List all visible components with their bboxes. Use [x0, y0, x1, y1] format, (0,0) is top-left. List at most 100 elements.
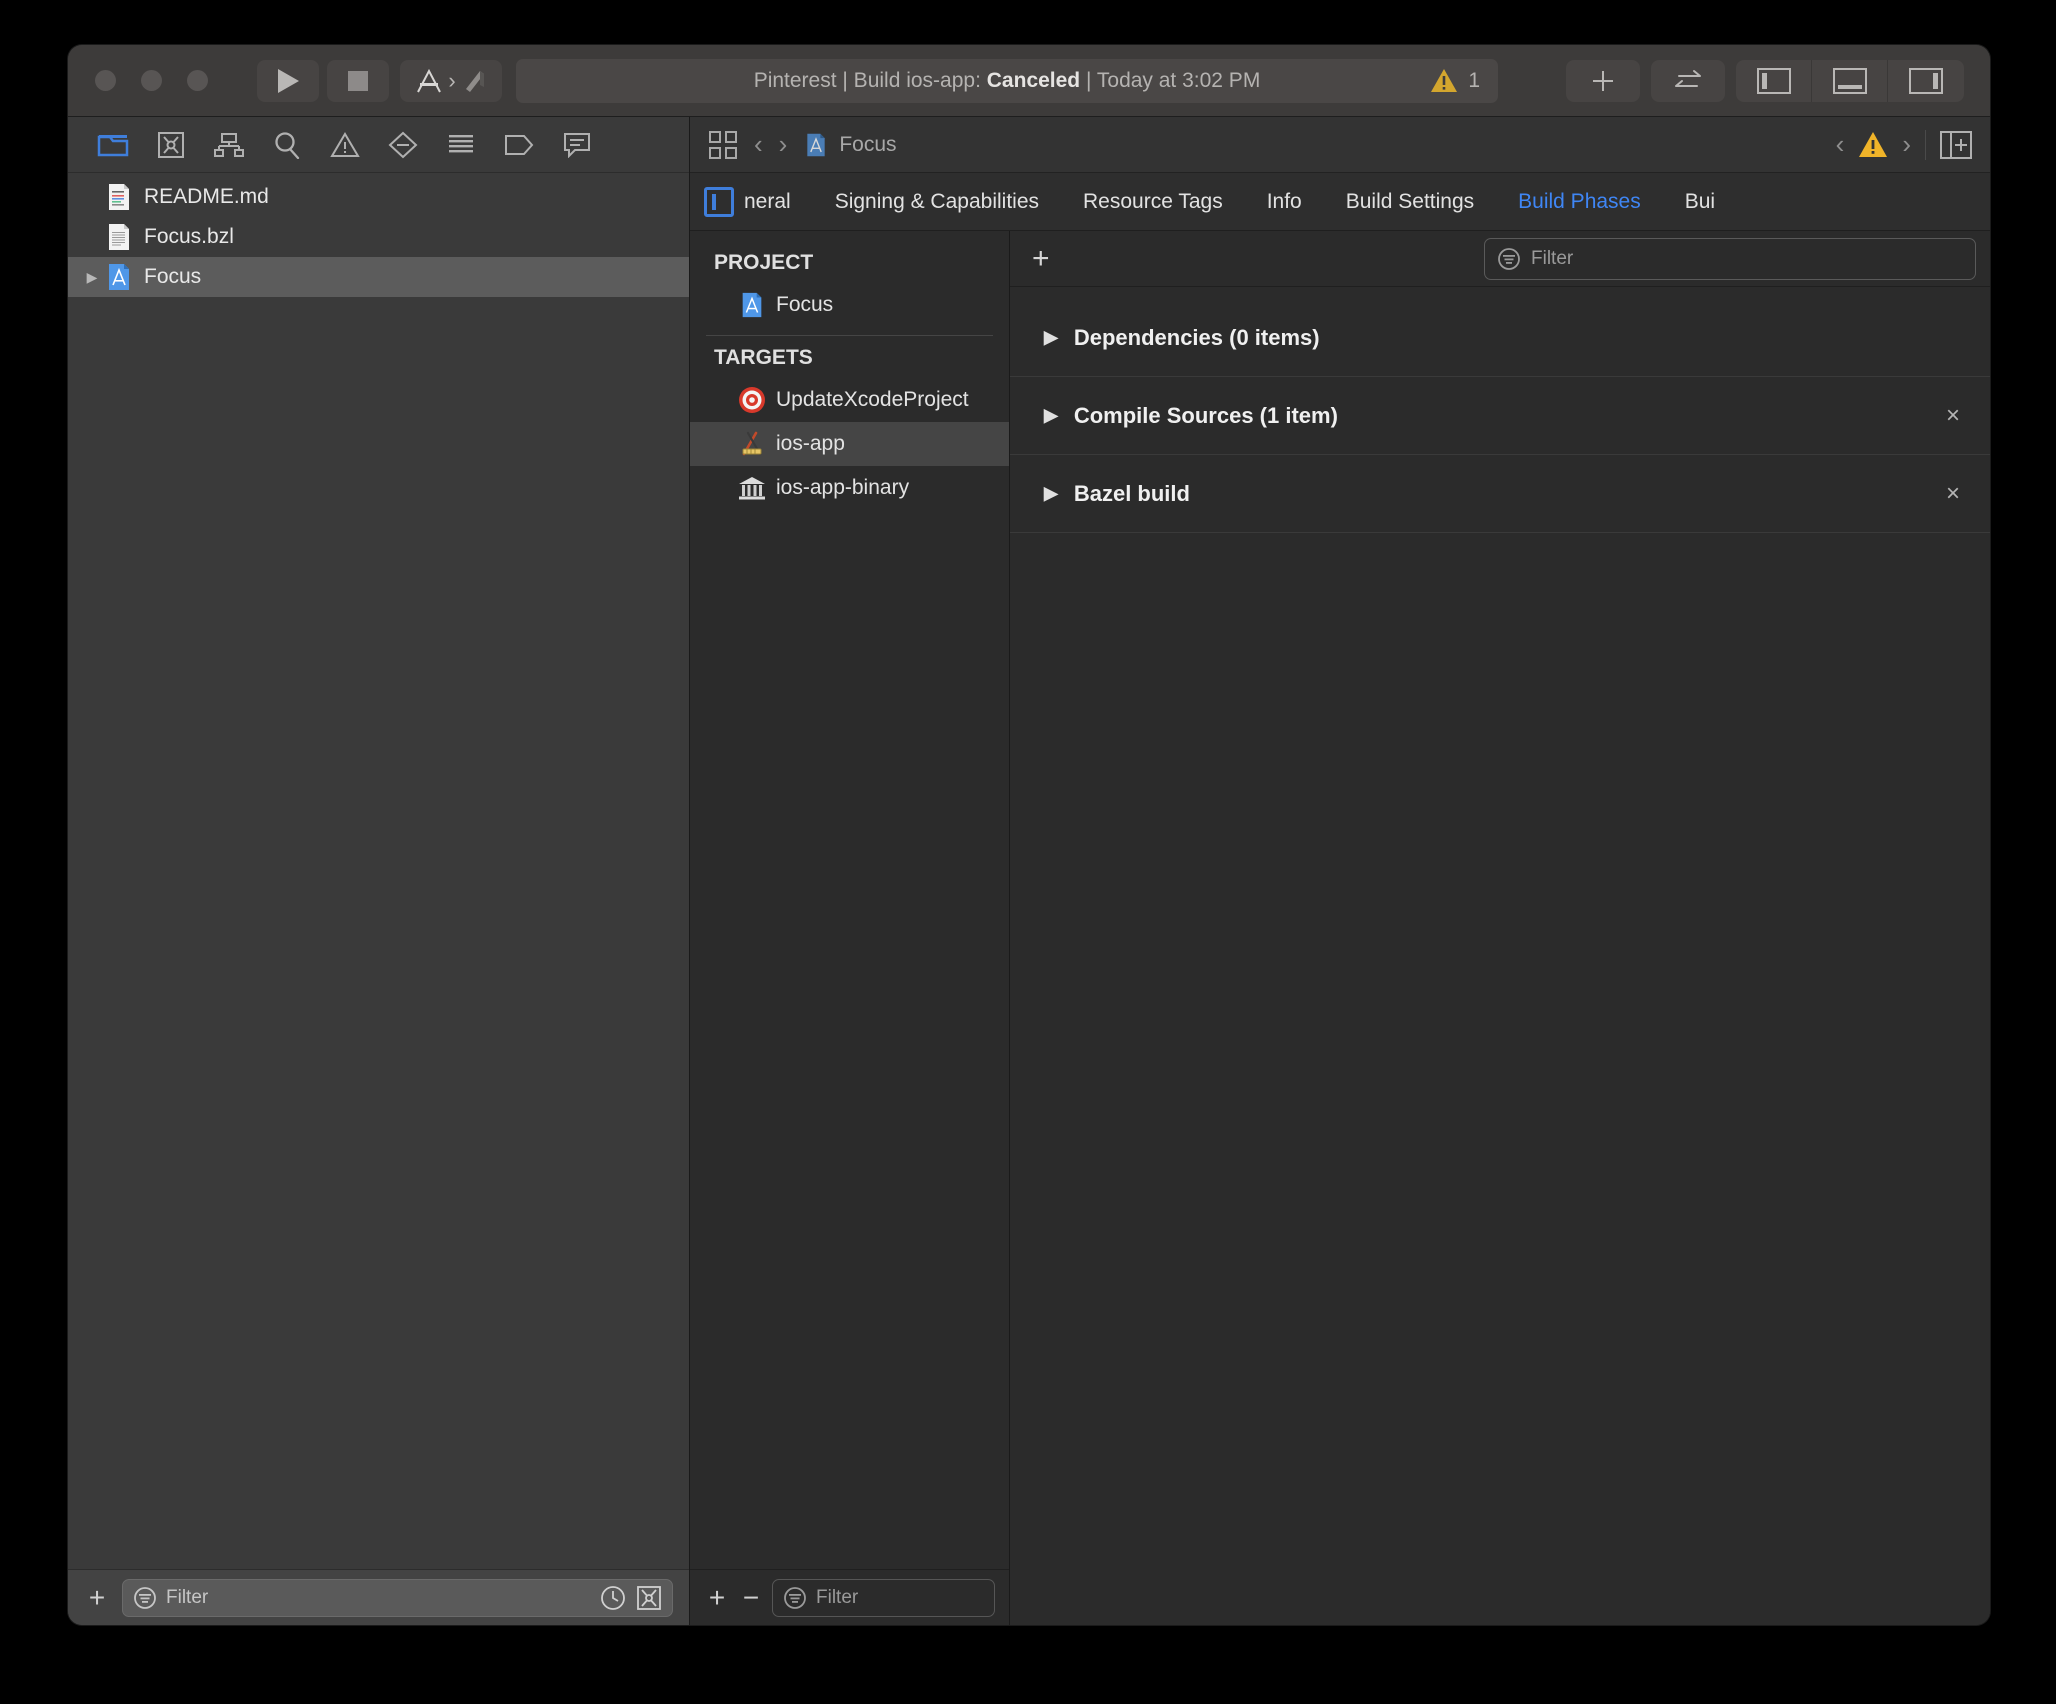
project-navigator-icon[interactable] [84, 117, 142, 173]
build-phases-filter-placeholder: Filter [1531, 247, 1574, 269]
test-navigator-icon[interactable] [374, 117, 432, 173]
tab-general[interactable]: neral [690, 186, 813, 217]
targets-filter-bar: + − Filter [690, 1569, 1009, 1625]
bank-library-icon [738, 474, 766, 502]
find-navigator-icon[interactable] [258, 117, 316, 173]
navigate-forward-button[interactable]: › [779, 129, 788, 160]
targets-section-header: TARGETS [714, 346, 813, 369]
window-toolbar: › Pinterest | Build ios-app: Canceled | … [68, 45, 1990, 117]
scheme-destination-button[interactable]: › [400, 59, 502, 102]
jump-bar: ‹ › Focus ‹ › [690, 117, 1990, 173]
tab-resource-tags[interactable]: Resource Tags [1061, 190, 1245, 214]
project-targets-list: PROJECT Focus TARGETS UpdateXcodeProject… [690, 231, 1009, 1569]
xcode-tools-icon [417, 68, 442, 92]
next-issue-button[interactable]: › [1902, 129, 1911, 160]
markdown-file-icon [104, 182, 134, 212]
add-file-button[interactable]: + [84, 1583, 110, 1612]
project-editor-body: PROJECT Focus TARGETS UpdateXcodeProject… [690, 231, 1990, 1625]
warning-indicator[interactable]: 1 [1430, 68, 1480, 93]
remove-build-phase-button[interactable]: × [1946, 480, 1960, 508]
build-phase-label: Dependencies (0 items) [1073, 324, 1320, 350]
disclosure-triangle[interactable]: ▶ [1044, 327, 1058, 348]
tab-signing-capabilities[interactable]: Signing & Capabilities [813, 190, 1061, 214]
activity-status-bar: Pinterest | Build ios-app: Canceled | To… [516, 58, 1498, 103]
list-item-label: Focus [144, 265, 202, 288]
disclosure-triangle[interactable]: ▶ [1044, 405, 1058, 426]
build-phase-row-dependencies[interactable]: ▶ Dependencies (0 items) [1010, 299, 1990, 377]
issue-navigator-icon[interactable] [316, 117, 374, 173]
xcode-window: › Pinterest | Build ios-app: Canceled | … [68, 45, 1990, 1625]
xcode-tools-icon [738, 430, 766, 458]
remove-build-phase-button[interactable]: × [1946, 402, 1960, 430]
navigator-filter-field[interactable]: Filter [122, 1578, 673, 1617]
zoom-window-button[interactable] [187, 70, 208, 91]
toolbar-right-group [1566, 59, 1964, 102]
list-item[interactable]: README.md [68, 177, 689, 217]
debug-navigator-icon[interactable] [432, 117, 490, 173]
run-button[interactable] [257, 59, 319, 102]
disclosure-triangle[interactable]: ▶ [80, 269, 104, 286]
project-item-focus[interactable]: Focus [690, 283, 1009, 327]
build-phases-filter-field[interactable]: Filter [1484, 237, 1976, 280]
add-build-phase-button[interactable]: + [1032, 243, 1050, 274]
stop-button[interactable] [327, 59, 389, 102]
tab-build-rules[interactable]: Bui [1663, 190, 1737, 214]
breadcrumb-label: Focus [839, 132, 897, 156]
build-phase-row-bazel-build[interactable]: ▶ Bazel build × [1010, 455, 1990, 533]
toggle-navigator-button[interactable] [1736, 59, 1812, 102]
list-item-label: README.md [144, 185, 269, 208]
warning-triangle-icon[interactable] [1858, 131, 1888, 158]
toggle-debug-area-button[interactable] [1812, 59, 1888, 102]
build-phase-row-compile-sources[interactable]: ▶ Compile Sources (1 item) × [1010, 377, 1990, 455]
disclosure-triangle[interactable]: ▶ [1044, 483, 1058, 504]
navigator-panel: README.md Focus.bzl ▶ Focus + Filter [68, 117, 690, 1625]
target-item-label: ios-app-binary [776, 476, 910, 499]
previous-issue-button[interactable]: ‹ [1836, 129, 1845, 160]
tab-build-settings[interactable]: Build Settings [1324, 190, 1496, 214]
source-control-navigator-icon[interactable] [142, 117, 200, 173]
target-item-updatexcodeproject[interactable]: UpdateXcodeProject [690, 378, 1009, 422]
build-phases-toolbar: + Filter [1010, 231, 1990, 287]
list-item[interactable]: Focus.bzl [68, 217, 689, 257]
swap-arrows-icon [1675, 69, 1701, 87]
add-assistant-editor-icon[interactable] [1940, 130, 1972, 159]
toggle-inspector-button[interactable] [1888, 60, 1964, 102]
xcodeproj-icon [738, 291, 766, 319]
remove-target-button[interactable]: − [738, 1583, 764, 1612]
targets-filter-field[interactable]: Filter [772, 1578, 995, 1617]
close-window-button[interactable] [95, 70, 116, 91]
traffic-lights [95, 70, 208, 91]
target-item-label: ios-app [776, 432, 845, 455]
symbol-navigator-icon[interactable] [200, 117, 258, 173]
add-target-button[interactable]: + [704, 1583, 730, 1612]
navigator-filter-bar: + Filter [68, 1569, 689, 1625]
source-control-filter-icon[interactable] [636, 1585, 662, 1611]
breakpoint-navigator-icon[interactable] [490, 117, 548, 173]
warning-count: 1 [1468, 68, 1480, 92]
navigate-back-button[interactable]: ‹ [754, 129, 763, 160]
target-item-ios-app-binary[interactable]: ios-app-binary [690, 466, 1009, 510]
tab-info[interactable]: Info [1245, 190, 1324, 214]
plus-icon [1593, 70, 1613, 91]
mac-device-icon [465, 70, 484, 92]
status-text: Pinterest | Build ios-app: Canceled | To… [753, 68, 1261, 92]
xcodeproj-icon [807, 133, 826, 156]
add-editor-button[interactable] [1566, 59, 1640, 102]
build-phase-label: Bazel build [1073, 480, 1190, 506]
target-item-ios-app[interactable]: ios-app [690, 422, 1009, 466]
recent-clock-icon[interactable] [600, 1585, 626, 1611]
toggle-editor-layout-button[interactable] [1651, 59, 1725, 102]
xcodeproj-icon [104, 262, 134, 292]
divider [1925, 129, 1926, 160]
list-item-focus-project[interactable]: ▶ Focus [68, 257, 689, 297]
breadcrumb[interactable]: Focus [803, 132, 897, 158]
filter-icon [784, 1586, 806, 1609]
project-item-label: Focus [776, 293, 834, 316]
related-items-icon[interactable] [708, 130, 738, 160]
tab-build-phases[interactable]: Build Phases [1496, 190, 1663, 214]
minimize-window-button[interactable] [141, 70, 162, 91]
window-body: README.md Focus.bzl ▶ Focus + Filter ‹ ›… [68, 117, 1990, 1625]
bottom-pane-icon [1832, 67, 1867, 94]
project-targets-pane: PROJECT Focus TARGETS UpdateXcodeProject… [690, 231, 1010, 1625]
report-navigator-icon[interactable] [548, 117, 606, 173]
